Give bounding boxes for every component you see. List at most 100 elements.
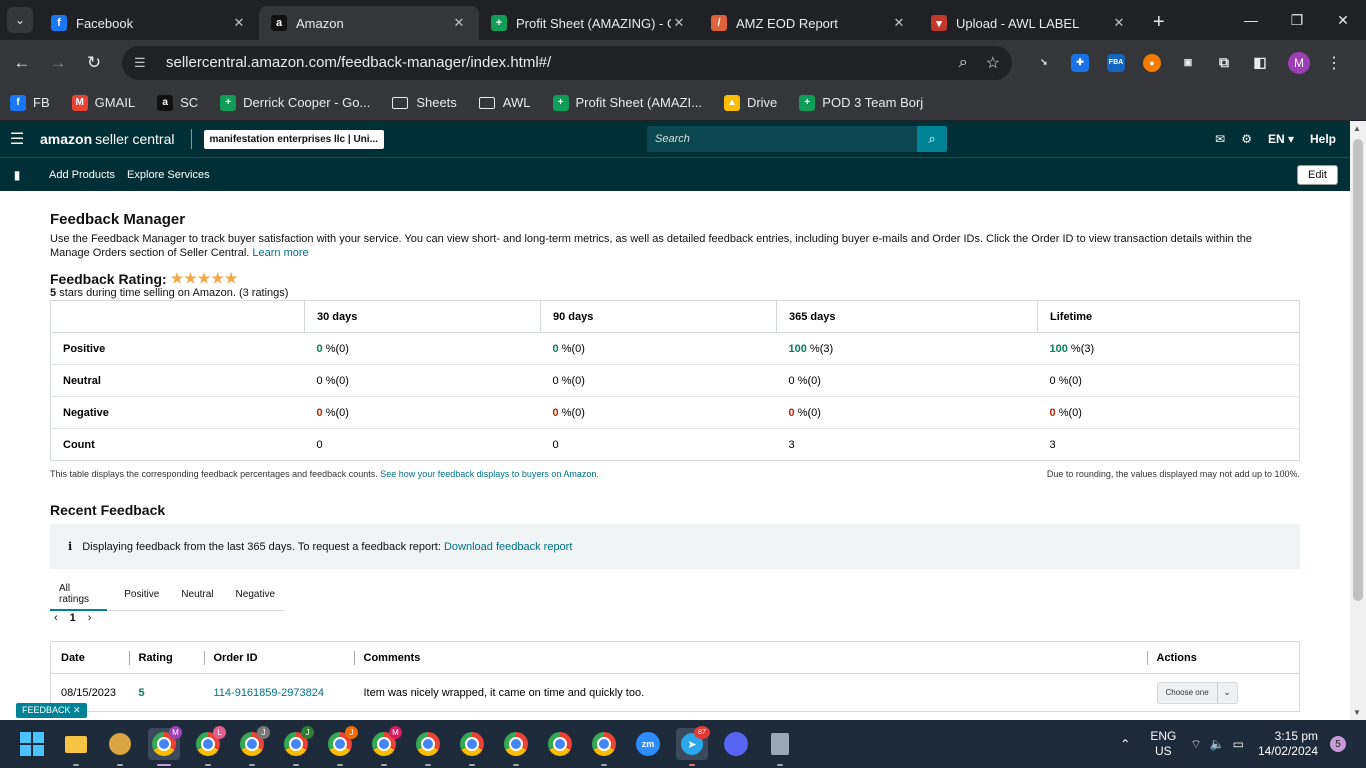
current-page[interactable]: 1	[70, 612, 76, 624]
bookmark-star-icon[interactable]: ☆	[986, 53, 1000, 73]
battery-icon[interactable]: ▭	[1233, 737, 1244, 751]
chrome-menu-icon[interactable]: ⋮	[1326, 53, 1342, 73]
tab-all-ratings[interactable]: All ratings	[50, 579, 108, 611]
logo-seller-central-text: seller central	[95, 131, 175, 147]
browser-tab-zapier[interactable]: / AMZ EOD Report ✕	[699, 6, 919, 40]
extension-camera-icon[interactable]: ▣	[1179, 54, 1197, 72]
notification-count-badge[interactable]: 5	[1330, 736, 1346, 752]
wifi-icon[interactable]: ⌔	[1190, 737, 1201, 752]
file-explorer-icon[interactable]	[60, 728, 92, 766]
metrics-count: %(3)	[809, 342, 834, 355]
zoom-icon[interactable]: zm	[636, 732, 660, 756]
close-tab-icon[interactable]: ✕	[451, 15, 467, 31]
scroll-down-icon[interactable]: ▼	[1353, 708, 1361, 717]
extension-arrow-icon[interactable]: ➘	[1035, 54, 1053, 72]
nav-explore-services[interactable]: Explore Services	[127, 169, 210, 181]
seller-central-logo[interactable]: amazon seller central	[40, 129, 192, 149]
chrome-profile-blue-icon[interactable]	[412, 728, 444, 766]
next-page-icon[interactable]: ›	[88, 612, 92, 624]
account-switcher[interactable]: manifestation enterprises llc | Uni...	[203, 129, 384, 149]
chrome-profile-j-grey-icon[interactable]: J	[236, 726, 270, 766]
bookmark-item[interactable]: M GMAIL	[71, 94, 135, 111]
new-tab-button[interactable]: +	[1153, 11, 1165, 34]
browser-tab-facebook[interactable]: f Facebook ✕	[39, 6, 259, 40]
chrome-profile-j-green-icon[interactable]: J	[280, 726, 314, 766]
language-indicator[interactable]: ENG US	[1150, 729, 1176, 759]
chrome-profile-m-icon[interactable]: M	[148, 726, 182, 766]
minimize-icon[interactable]: —	[1228, 0, 1274, 40]
tab-positive[interactable]: Positive	[115, 579, 168, 611]
bookmark-item[interactable]: + Derrick Cooper - Go...	[220, 94, 370, 111]
profile-avatar[interactable]: M	[1288, 51, 1310, 74]
help-link[interactable]: Help	[1310, 132, 1336, 146]
close-tab-icon[interactable]: ✕	[671, 15, 687, 31]
bookmark-item[interactable]: + POD 3 Team Borj	[799, 94, 923, 111]
show-hidden-icons-chevron-icon[interactable]: ⌃	[1120, 737, 1130, 751]
extension-fba-icon[interactable]: FBA	[1107, 53, 1125, 72]
telegram-icon[interactable]: ➤ 87	[676, 726, 710, 766]
bookmark-item[interactable]: f FB	[10, 94, 50, 111]
nav-add-products[interactable]: Add Products	[49, 169, 115, 181]
url-text[interactable]: sellercentral.amazon.com/feedback-manage…	[166, 54, 941, 71]
page-scrollbar[interactable]: ▲ ▼	[1350, 121, 1366, 720]
bookmark-item[interactable]: ▲ Drive	[723, 94, 777, 111]
learn-more-link[interactable]: Learn more	[252, 247, 308, 259]
search-input[interactable]: Search	[647, 126, 917, 152]
app-cat-icon[interactable]	[104, 728, 136, 766]
tab-search-button[interactable]: ⌄	[7, 7, 33, 33]
search-icon[interactable]: ⌕	[917, 126, 947, 152]
chrome-profile-l-icon[interactable]: L	[192, 726, 226, 766]
extension-orange-icon[interactable]: ●	[1143, 53, 1161, 72]
bookmark-item[interactable]: AWL	[478, 95, 531, 110]
calculator-icon[interactable]	[764, 728, 796, 766]
actions-dropdown[interactable]: Choose one ⌄	[1156, 681, 1238, 704]
chrome-profile-green-icon[interactable]	[588, 728, 620, 766]
bookmark-item[interactable]: Sheets	[392, 95, 457, 110]
close-window-icon[interactable]: ✕	[1320, 0, 1366, 40]
download-feedback-report-link[interactable]: Download feedback report	[444, 541, 572, 553]
clock[interactable]: 3:15 pm 14/02/2024	[1258, 729, 1318, 759]
bookmark-item[interactable]: + Profit Sheet (AMAZI...	[552, 94, 702, 111]
address-bar[interactable]: ☰ sellercentral.amazon.com/feedback-mana…	[122, 45, 1012, 80]
chrome-profile-j-orange-icon[interactable]: J	[324, 726, 358, 766]
restore-icon[interactable]: ❐	[1274, 0, 1320, 40]
feedback-display-link[interactable]: See how your feedback displays to buyers…	[380, 469, 599, 479]
hamburger-menu-icon[interactable]: ☰	[0, 129, 34, 149]
discord-icon[interactable]	[720, 728, 752, 760]
tab-negative[interactable]: Negative	[227, 579, 284, 611]
browser-tab-awl[interactable]: ▾ Upload - AWL LABEL ✕	[919, 6, 1139, 40]
settings-gear-icon[interactable]: ⚙	[1241, 132, 1252, 146]
site-settings-icon[interactable]: ☰	[134, 55, 154, 71]
prev-page-icon[interactable]: ‹	[54, 612, 58, 624]
extension-puzzle-blue-icon[interactable]: ✚	[1071, 53, 1089, 72]
close-tab-icon[interactable]: ✕	[891, 15, 907, 31]
mail-icon[interactable]: ✉	[1215, 132, 1225, 146]
windows-start-icon[interactable]	[20, 732, 44, 756]
browser-tab-google-sheets[interactable]: + Profit Sheet (AMAZING) - Go ✕	[479, 6, 699, 40]
extensions-puzzle-icon[interactable]: ⧉	[1215, 54, 1233, 72]
forward-icon[interactable]: →	[40, 53, 76, 73]
tab-neutral[interactable]: Neutral	[172, 579, 222, 611]
back-icon[interactable]: ←	[4, 53, 40, 73]
scrollbar-thumb[interactable]	[1353, 139, 1363, 601]
chrome-profile-m-pink-icon[interactable]: M	[368, 726, 402, 766]
bookmark-item[interactable]: a SC	[157, 94, 198, 111]
chrome-profile-teal-icon[interactable]	[500, 728, 532, 766]
language-selector[interactable]: EN ▾	[1268, 132, 1294, 146]
close-tab-icon[interactable]: ✕	[1111, 15, 1127, 31]
chrome-icon[interactable]	[544, 728, 576, 760]
order-id-link[interactable]: 114-9161859-2973824	[214, 687, 325, 699]
page-description: Use the Feedback Manager to track buyer …	[50, 232, 1290, 260]
zoom-search-icon[interactable]: ⌕	[959, 54, 968, 72]
browser-tab-amazon[interactable]: a Amazon ✕	[259, 6, 479, 40]
actions-dropdown-value: Choose one	[1165, 688, 1209, 697]
side-panel-icon[interactable]: ◧	[1251, 54, 1269, 72]
close-tab-icon[interactable]: ✕	[231, 15, 247, 31]
feedback-badge[interactable]: FEEDBACK ✕	[16, 703, 87, 718]
chrome-profile-brown-icon[interactable]	[456, 728, 488, 766]
volume-icon[interactable]: 🔈	[1210, 737, 1225, 751]
bookmark-icon[interactable]: ▮	[0, 168, 34, 182]
scroll-up-icon[interactable]: ▲	[1353, 124, 1361, 133]
edit-button[interactable]: Edit	[1297, 165, 1338, 185]
reload-icon[interactable]: ↻	[76, 53, 112, 73]
